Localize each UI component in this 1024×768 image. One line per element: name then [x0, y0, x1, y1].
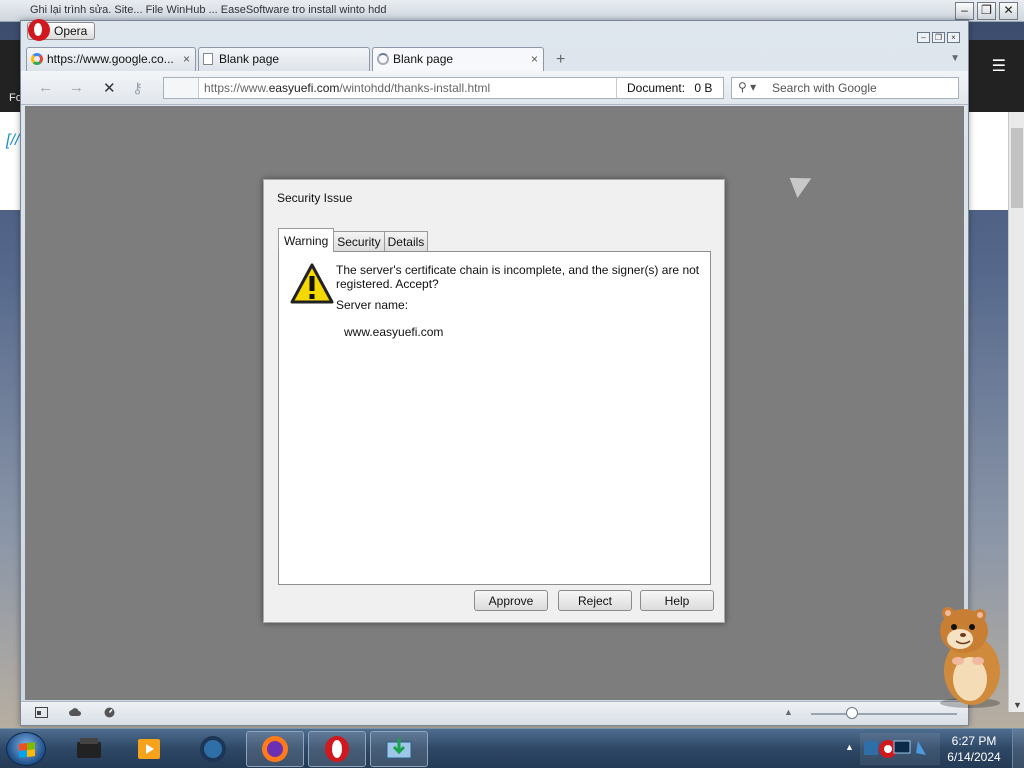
key-icon[interactable]: ⚷ — [132, 79, 143, 97]
background-link[interactable]: [// — [6, 132, 19, 150]
address-url[interactable]: https://www.easyuefi.com/wintohdd/thanks… — [204, 81, 490, 95]
background-tab-text: Ghi lại trình sửa. Site... File WinHub .… — [30, 4, 387, 16]
background-restore-button[interactable]: ❐ — [977, 2, 996, 20]
taskbar-app-opera[interactable] — [308, 731, 366, 767]
system-tray — [860, 733, 940, 765]
globe-icon — [200, 736, 226, 762]
opera-icon — [325, 736, 349, 762]
dialog-title: Security Issue — [277, 191, 353, 205]
opera-logo-icon — [28, 19, 50, 41]
dialog-tabs: Warning Security Details — [278, 228, 429, 253]
google-icon — [31, 53, 43, 65]
server-name-label: Server name: — [336, 298, 409, 312]
installer-icon — [386, 738, 412, 759]
tab-close-icon[interactable]: × — [531, 48, 538, 70]
taskbar-app-media[interactable] — [120, 731, 178, 767]
minimize-button[interactable]: – — [917, 32, 930, 43]
approve-button[interactable]: Approve — [474, 590, 548, 611]
restore-button[interactable]: ❐ — [932, 32, 945, 43]
security-issue-dialog: Security Issue Warning Security Details … — [263, 179, 725, 623]
tab-google[interactable]: https://www.google.co... × — [26, 47, 196, 71]
taskbar-app-printer[interactable] — [60, 731, 118, 767]
background-close-button[interactable]: ✕ — [999, 2, 1018, 20]
tab-security[interactable]: Security — [333, 231, 385, 253]
document-size-indicator: Document: 0 B — [616, 78, 723, 98]
tab-label: https://www.google.co... — [47, 52, 174, 66]
background-scrollbar-thumb[interactable] — [1011, 128, 1023, 208]
clock-date: 6/14/2024 — [947, 750, 1001, 764]
zoom-slider-handle[interactable] — [846, 707, 858, 719]
speed-dial-icon[interactable] — [103, 707, 116, 718]
tab-label: Blank page — [393, 52, 454, 66]
document-label: Document: — [627, 81, 686, 95]
background-scrollbar[interactable]: ▼ — [1008, 112, 1024, 712]
new-tab-icon[interactable]: + — [556, 51, 565, 69]
taskbar-app-firefox[interactable] — [246, 731, 304, 767]
forward-arrow-icon[interactable]: → — [69, 79, 84, 96]
tab-label: Blank page — [219, 52, 280, 66]
warning-panel: The server's certificate chain is incomp… — [278, 251, 711, 585]
tab-blank-1[interactable]: Blank page — [198, 47, 370, 71]
start-button[interactable] — [6, 732, 46, 766]
stop-icon[interactable]: ✕ — [103, 79, 116, 97]
window-controls: – ❐ × — [917, 32, 960, 43]
reject-button[interactable]: Reject — [558, 590, 632, 611]
taskbar-app-globe[interactable] — [184, 731, 242, 767]
server-name-value: www.easyuefi.com — [344, 325, 444, 339]
taskbar-app-installer[interactable] — [370, 731, 428, 767]
printer-icon — [77, 738, 101, 758]
cloud-icon[interactable] — [69, 707, 82, 718]
hamster-mascot-icon — [940, 607, 1000, 708]
zoom-arrow-icon[interactable]: ▲ — [784, 707, 793, 717]
taskbar-clock[interactable]: 6:27 PM 6/14/2024 — [940, 733, 1008, 765]
search-field[interactable]: ⚲ ▾ Search with Google — [731, 77, 959, 99]
background-window-controls: – ❐ ✕ — [955, 2, 1018, 20]
taskbar: ▲ 6:27 PM 6/14/2024 — [0, 728, 1024, 768]
tray-expand-icon[interactable]: ▲ — [845, 742, 854, 752]
tab-blank-active[interactable]: Blank page × — [372, 47, 544, 71]
site-info-area[interactable] — [164, 78, 199, 98]
zoom-slider[interactable] — [811, 713, 957, 715]
tab-details[interactable]: Details — [383, 231, 429, 253]
tab-list-chevron-icon[interactable]: ▼ — [950, 53, 960, 64]
close-button[interactable]: × — [947, 32, 960, 43]
scroll-down-arrow-icon[interactable]: ▼ — [1013, 700, 1022, 710]
warning-message: The server's certificate chain is incomp… — [336, 263, 700, 291]
media-player-icon — [138, 739, 160, 759]
page-icon — [203, 53, 213, 65]
tab-close-icon[interactable]: × — [183, 48, 190, 70]
background-browser-titlebar: Ghi lại trình sửa. Site... File WinHub .… — [0, 0, 1024, 22]
address-bar[interactable]: https://www.easyuefi.com/wintohdd/thanks… — [163, 77, 724, 99]
loading-icon — [377, 53, 389, 65]
panel-toggle-icon[interactable] — [35, 707, 48, 718]
opera-menu-label: Opera — [54, 24, 88, 38]
search-placeholder: Search with Google — [772, 81, 877, 95]
opera-menu-button[interactable]: Opera — [27, 19, 95, 41]
document-size-value: 0 B — [694, 81, 713, 95]
cursor-arrow-icon — [782, 168, 812, 198]
status-bar: ▲ — [21, 701, 968, 725]
background-minimize-button[interactable]: – — [955, 2, 974, 20]
clock-time: 6:27 PM — [951, 734, 997, 748]
help-button[interactable]: Help — [640, 590, 714, 611]
tray-icons[interactable] — [860, 733, 936, 763]
firefox-icon — [262, 736, 288, 762]
tab-warning[interactable]: Warning — [278, 228, 335, 252]
show-desktop-button[interactable] — [1012, 729, 1024, 768]
navigation-toolbar: ← → ✕ ⚷ https://www.easyuefi.com/wintohd… — [21, 71, 968, 105]
search-icon[interactable]: ⚲ ▾ — [738, 80, 756, 94]
tab-bar: https://www.google.co... × Blank page Bl… — [26, 47, 544, 71]
hamburger-menu-icon[interactable]: ☰ — [992, 56, 1006, 76]
warning-icon — [290, 263, 334, 304]
back-arrow-icon[interactable]: ← — [38, 79, 53, 96]
